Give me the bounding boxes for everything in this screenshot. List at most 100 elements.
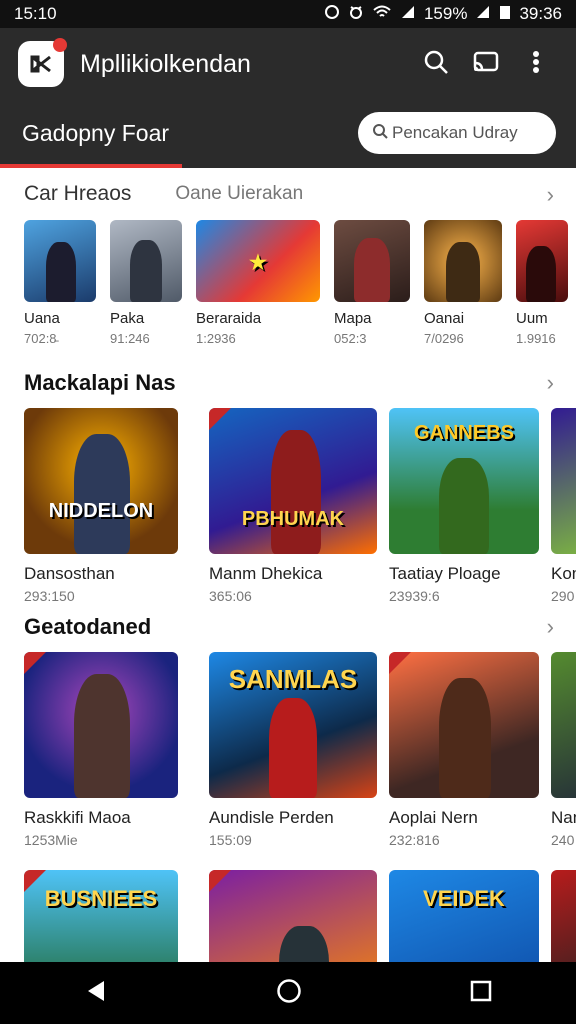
game-card[interactable]: PBHUMAK Manm Dhekica 365:06 xyxy=(209,408,377,604)
signal-icon xyxy=(400,4,416,25)
game-card[interactable]: ★ Beraraida 1:2936 xyxy=(196,220,320,346)
game-card[interactable] xyxy=(551,870,576,962)
game-thumbnail xyxy=(551,408,576,554)
section-title: Car Hreaos xyxy=(24,182,132,205)
section-header-1: Car Hreaos Oane Uierakan › xyxy=(24,182,554,208)
search-icon xyxy=(372,123,388,144)
game-count: 290 xyxy=(551,588,575,604)
game-count: 365:06 xyxy=(209,588,252,604)
chevron-right-icon[interactable]: › xyxy=(547,182,554,208)
search-placeholder: Pencakan Udray xyxy=(392,123,518,142)
tab-active[interactable]: Gadopny Foar xyxy=(22,120,169,147)
game-thumbnail: GANNEBS xyxy=(389,408,539,554)
search-input[interactable]: Pencakan Udray xyxy=(358,112,556,154)
game-count: 1.9916 xyxy=(516,331,556,346)
more-options-button[interactable] xyxy=(514,42,558,86)
game-count: 1253Mie xyxy=(24,832,78,848)
search-button[interactable] xyxy=(414,42,458,86)
game-thumbnail xyxy=(110,220,182,302)
game-name: Nan xyxy=(551,808,576,827)
game-name: Kon xyxy=(551,564,576,583)
game-count: 702:8̵ xyxy=(24,331,57,346)
game-thumbnail: PBHUMAK xyxy=(209,408,377,554)
section-title: Geatodaned xyxy=(24,614,152,639)
game-count: 155:09 xyxy=(209,832,252,848)
game-card[interactable]: Nan 240 xyxy=(551,652,576,848)
game-count: 7/0296 xyxy=(424,331,464,346)
section-row-4: BUSNIEES VEIDEK xyxy=(24,870,576,962)
chevron-right-icon[interactable]: › xyxy=(547,370,554,396)
game-name: Beraraida xyxy=(196,310,262,327)
game-name: Oanai xyxy=(424,310,465,327)
alarm-icon xyxy=(348,4,364,25)
game-card[interactable]: SANMLAS Aundisle Perden 155:09 xyxy=(209,652,377,848)
game-name: Paka xyxy=(110,310,145,327)
game-thumbnail xyxy=(389,652,539,798)
section-row-2: NIDDELON Dansosthan 293:150 PBHUMAK Manm… xyxy=(24,408,576,604)
game-thumbnail xyxy=(551,870,576,962)
section-header-2: Mackalapi Nas › xyxy=(24,370,554,396)
game-thumbnail: VEIDEK xyxy=(389,870,539,962)
section-title: Mackalapi Nas xyxy=(24,370,176,395)
game-count: 293:150 xyxy=(24,588,75,604)
game-art-title: BUSNIEES xyxy=(44,886,158,911)
app-bar: Mpllikiolkendan xyxy=(0,28,576,100)
game-card[interactable]: BUSNIEES xyxy=(24,870,178,962)
game-card[interactable]: VEIDEK xyxy=(389,870,539,962)
home-icon[interactable] xyxy=(276,978,302,1009)
game-name: Dansosthan xyxy=(24,564,115,583)
game-count: 052:3 xyxy=(334,331,367,346)
wifi-icon xyxy=(372,4,392,25)
status-clock-right: 39:36 xyxy=(519,4,562,23)
cast-icon xyxy=(472,49,500,80)
game-thumbnail: SANMLAS xyxy=(209,652,377,798)
game-thumbnail xyxy=(551,652,576,798)
notification-dot xyxy=(53,38,67,52)
game-card[interactable]: NIDDELON Dansosthan 293:150 xyxy=(24,408,178,604)
signal-icon-2 xyxy=(475,4,491,25)
game-art-title: VEIDEK xyxy=(423,886,505,911)
game-name: Raskkifi Maoa xyxy=(24,808,131,827)
content-area[interactable]: Car Hreaos Oane Uierakan › Uana 702:8̵ P… xyxy=(0,168,576,962)
game-card[interactable] xyxy=(209,870,377,962)
game-card[interactable]: Mapa 052:3 xyxy=(334,220,410,346)
game-card[interactable]: Paka 91:246 xyxy=(110,220,182,346)
game-card[interactable]: Aoplai Nern 232:816 xyxy=(389,652,539,848)
game-name: Manm Dhekica xyxy=(209,564,323,583)
back-icon[interactable] xyxy=(84,979,108,1008)
battery-percent: 159% xyxy=(423,4,468,23)
game-name: Aoplai Nern xyxy=(389,808,478,827)
section-row-1: Uana 702:8̵ Paka 91:246 ★ Beraraida 1:29… xyxy=(24,220,568,346)
section-subtitle: Oane Uierakan xyxy=(175,183,304,204)
game-card[interactable]: Raskkifi Maoa 1253Mie xyxy=(24,652,178,848)
game-card[interactable]: Oanai 7/0296 xyxy=(424,220,502,346)
battery-icon xyxy=(499,4,511,25)
game-name: Aundisle Perden xyxy=(209,808,334,827)
game-card[interactable]: GANNEBS Taatiay Ploage 23939:6 xyxy=(389,408,539,604)
game-thumbnail: NIDDELON xyxy=(24,408,178,554)
game-count: 91:246 xyxy=(110,331,150,346)
section-row-3: Raskkifi Maoa 1253Mie SANMLAS Aundisle P… xyxy=(24,652,576,848)
game-logo-icon[interactable] xyxy=(18,38,67,87)
game-card[interactable]: Kon 290 xyxy=(551,408,576,604)
game-thumbnail xyxy=(209,870,377,962)
game-thumbnail xyxy=(334,220,410,302)
game-thumbnail xyxy=(516,220,568,302)
game-art-title: SANMLAS xyxy=(228,664,358,694)
status-time: 15:10 xyxy=(14,4,57,23)
game-thumbnail: BUSNIEES xyxy=(24,870,178,962)
game-count: 1:2936 xyxy=(196,331,236,346)
status-bar: 15:10 159% 39:36 xyxy=(0,0,576,28)
chevron-right-icon[interactable]: › xyxy=(547,614,554,640)
game-thumbnail xyxy=(424,220,502,302)
game-name: Taatiay Ploage xyxy=(389,564,501,583)
game-card[interactable]: Uum 1.9916 xyxy=(516,220,568,346)
game-art-title: PBHUMAK xyxy=(241,508,345,530)
cast-button[interactable] xyxy=(464,42,508,86)
game-name: Mapa xyxy=(334,310,372,327)
game-thumbnail xyxy=(24,652,178,798)
game-thumbnail: ★ xyxy=(196,220,320,302)
game-card[interactable]: Uana 702:8̵ xyxy=(24,220,96,346)
recents-icon[interactable] xyxy=(470,980,492,1007)
system-nav-bar xyxy=(0,962,576,1024)
